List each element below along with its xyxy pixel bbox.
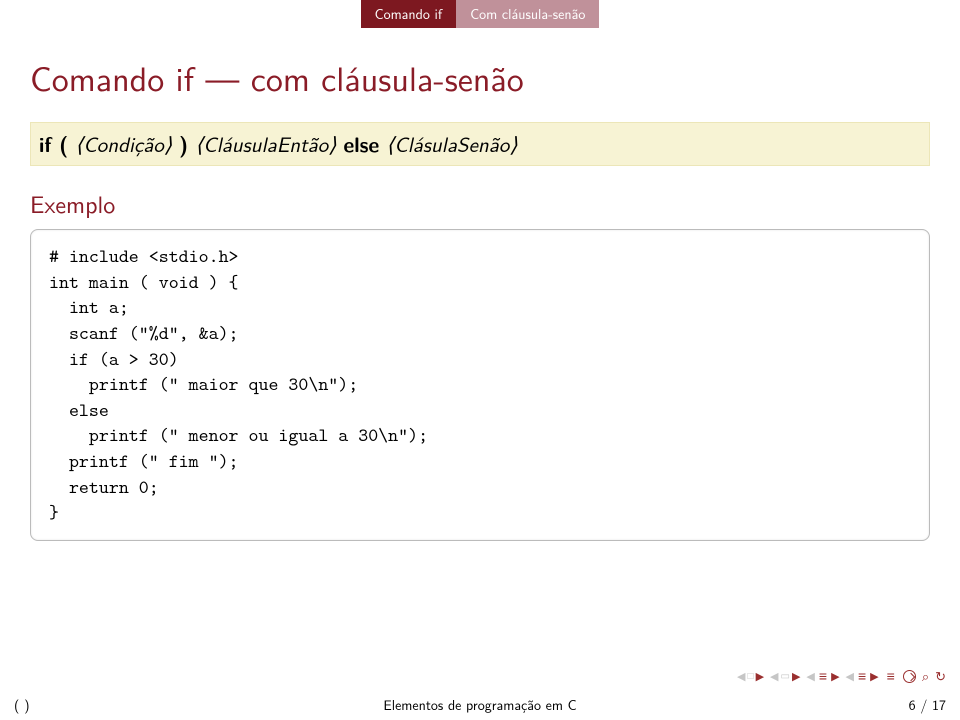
slide-title: Comando if — com cláusula-senão: [0, 28, 960, 122]
code-listing: # include <stdio.h> int main ( void ) { …: [30, 229, 930, 541]
kw-closeparen: ): [179, 129, 188, 159]
nav-undo-icon[interactable]: [903, 670, 916, 683]
nav-first[interactable]: ◀ □ ▶: [737, 671, 764, 682]
syntax-definition: if ( ⟨Condição⟩ ) ⟨CláusulaEntão⟩ else ⟨…: [30, 122, 930, 166]
nav-fwd-section[interactable]: ◀ ≡ ▶: [846, 666, 879, 686]
header-section: Comando if: [361, 0, 457, 28]
nav-prev[interactable]: ◀ ▭ ▶: [770, 671, 800, 682]
nav-fs-lines-icon: ≡: [858, 666, 866, 686]
nav-bs-back-icon: ◀: [806, 671, 814, 682]
nav-bs-lines-icon: ≡: [819, 666, 827, 686]
kw-else: else: [343, 129, 379, 159]
nav-prev-back-icon: ◀: [770, 671, 778, 682]
nav-first-fwd-icon: ▶: [756, 671, 764, 682]
syntax-else: ClásulaSenão: [394, 129, 509, 159]
kw-if: if (: [39, 129, 68, 159]
footer-title: Elementos de programação em C: [383, 695, 576, 715]
footer-author: ( ): [14, 695, 30, 715]
nav-fs-fwd-icon: ▶: [870, 671, 878, 682]
footer-page: 6 / 17: [909, 695, 946, 715]
nav-prev-fwd-icon: ▶: [792, 671, 800, 682]
syntax-then: CláusulaEntão: [203, 129, 328, 159]
nav-fs-back-icon: ◀: [846, 671, 854, 682]
footer: ( ) Elementos de programação em C 6 / 17: [0, 690, 960, 720]
header-subsection: Com cláusula-senão: [456, 0, 599, 28]
nav-goto-lines-icon[interactable]: ≡: [887, 666, 895, 686]
nav-first-frame-icon: □: [748, 671, 754, 681]
nav-bs-fwd-icon: ▶: [831, 671, 839, 682]
nav-refresh-icon[interactable]: ↻: [935, 667, 946, 686]
header-breadcrumb: Comando if Com cláusula-senão: [0, 0, 960, 28]
nav-controls: ◀ □ ▶ ◀ ▭ ▶ ◀ ≡ ▶ ◀ ≡ ▶ ≡ ⌕ ↻: [737, 666, 946, 686]
nav-first-back-icon: ◀: [737, 671, 745, 682]
example-heading: Exemplo: [30, 186, 930, 221]
syntax-condition: Condição: [83, 129, 164, 159]
nav-prev-layers-icon: ▭: [781, 671, 790, 681]
nav-search-icon[interactable]: ⌕: [922, 667, 929, 686]
nav-back-section[interactable]: ◀ ≡ ▶: [806, 666, 839, 686]
